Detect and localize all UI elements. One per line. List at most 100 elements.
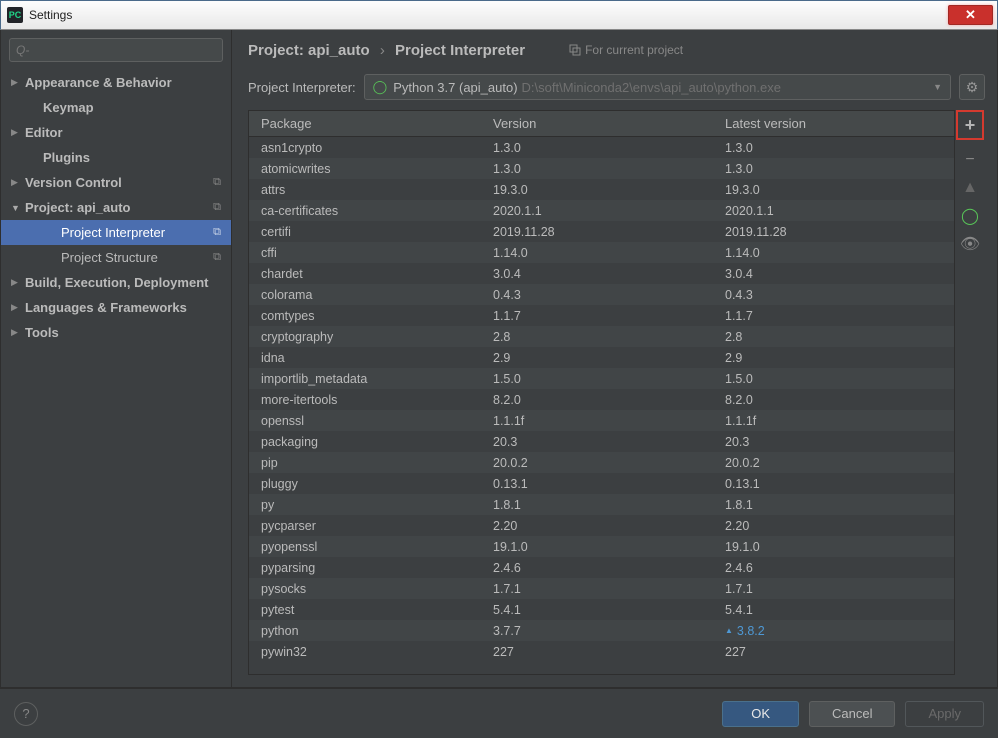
tree-item-languages-frameworks[interactable]: ▶Languages & Frameworks — [1, 295, 231, 320]
tree-item-plugins[interactable]: Plugins — [1, 145, 231, 170]
package-row[interactable]: pytest5.4.15.4.1 — [249, 599, 954, 620]
gear-icon: ⚙ — [966, 79, 979, 96]
package-name: pyparsing — [249, 561, 481, 575]
package-name: chardet — [249, 267, 481, 281]
packages-table-body[interactable]: asn1crypto1.3.01.3.0atomicwrites1.3.01.3… — [249, 137, 954, 674]
settings-search-input[interactable]: Q- — [9, 38, 223, 62]
remove-package-button[interactable]: − — [956, 146, 984, 174]
package-version: 0.13.1 — [481, 477, 713, 491]
tree-item-appearance-behavior[interactable]: ▶Appearance & Behavior — [1, 70, 231, 95]
package-row[interactable]: pyparsing2.4.62.4.6 — [249, 557, 954, 578]
package-row[interactable]: asn1crypto1.3.01.3.0 — [249, 137, 954, 158]
ok-button[interactable]: OK — [722, 701, 799, 727]
package-row[interactable]: colorama0.4.30.4.3 — [249, 284, 954, 305]
tree-item-tools[interactable]: ▶Tools — [1, 320, 231, 345]
tree-item-label: Tools — [25, 325, 59, 340]
package-row[interactable]: pysocks1.7.11.7.1 — [249, 578, 954, 599]
package-row[interactable]: more-itertools8.2.08.2.0 — [249, 389, 954, 410]
package-row[interactable]: py1.8.11.8.1 — [249, 494, 954, 515]
package-row[interactable]: cffi1.14.01.14.0 — [249, 242, 954, 263]
package-row[interactable]: pycparser2.202.20 — [249, 515, 954, 536]
package-latest: 1.8.1 — [713, 498, 954, 512]
search-placeholder: Q- — [16, 43, 29, 57]
add-package-button[interactable]: + — [956, 110, 984, 140]
package-latest: 2.9 — [713, 351, 954, 365]
show-early-releases-button[interactable]: 👁 — [956, 230, 984, 258]
package-row[interactable]: pluggy0.13.10.13.1 — [249, 473, 954, 494]
package-row[interactable]: pyopenssl19.1.019.1.0 — [249, 536, 954, 557]
package-name: pytest — [249, 603, 481, 617]
upgrade-package-button[interactable]: ▲ — [956, 174, 984, 202]
scope-icon: ⧉ — [213, 176, 221, 189]
settings-tree: ▶Appearance & BehaviorKeymap▶EditorPlugi… — [1, 68, 231, 687]
package-name: attrs — [249, 183, 481, 197]
package-latest: 3.0.4 — [713, 267, 954, 281]
package-row[interactable]: packaging20.320.3 — [249, 431, 954, 452]
tree-item-project-structure[interactable]: Project Structure⧉ — [1, 245, 231, 270]
package-row[interactable]: ca-certificates2020.1.12020.1.1 — [249, 200, 954, 221]
package-version: 2.9 — [481, 351, 713, 365]
package-row[interactable]: importlib_metadata1.5.01.5.0 — [249, 368, 954, 389]
tree-item-label: Project: api_auto — [25, 200, 130, 215]
package-version: 20.3 — [481, 435, 713, 449]
tree-item-project-interpreter[interactable]: Project Interpreter⧉ — [1, 220, 231, 245]
package-row[interactable]: attrs19.3.019.3.0 — [249, 179, 954, 200]
package-latest: 1.7.1 — [713, 582, 954, 596]
tree-item-build-execution-deployment[interactable]: ▶Build, Execution, Deployment — [1, 270, 231, 295]
package-name: py — [249, 498, 481, 512]
package-name: pysocks — [249, 582, 481, 596]
package-row[interactable]: pip20.0.220.0.2 — [249, 452, 954, 473]
package-name: ca-certificates — [249, 204, 481, 218]
package-row[interactable]: chardet3.0.43.0.4 — [249, 263, 954, 284]
package-row[interactable]: cryptography2.82.8 — [249, 326, 954, 347]
package-version: 19.3.0 — [481, 183, 713, 197]
tree-item-editor[interactable]: ▶Editor — [1, 120, 231, 145]
conda-button[interactable]: ◯ — [956, 202, 984, 230]
header-package[interactable]: Package — [249, 111, 481, 136]
interpreter-row: Project Interpreter: ◯ Python 3.7 (api_a… — [232, 62, 997, 110]
package-row[interactable]: comtypes1.1.71.1.7 — [249, 305, 954, 326]
package-row[interactable]: idna2.92.9 — [249, 347, 954, 368]
package-row[interactable]: openssl1.1.1f1.1.1f — [249, 410, 954, 431]
package-latest: 2.20 — [713, 519, 954, 533]
tree-arrow-icon: ▶ — [11, 277, 25, 288]
tree-item-project-api-auto[interactable]: ▼Project: api_auto⧉ — [1, 195, 231, 220]
cancel-button[interactable]: Cancel — [809, 701, 895, 727]
breadcrumb-row: Project: api_auto › Project Interpreter … — [232, 30, 997, 62]
package-version: 1.1.1f — [481, 414, 713, 428]
packages-table: Package Version Latest version asn1crypt… — [248, 110, 955, 675]
window-title: Settings — [29, 8, 948, 22]
tree-arrow-icon: ▶ — [11, 177, 25, 188]
tree-arrow-icon: ▶ — [11, 77, 25, 88]
package-row[interactable]: pywin32227227 — [249, 641, 954, 662]
help-button[interactable]: ? — [14, 702, 38, 726]
package-row[interactable]: atomicwrites1.3.01.3.0 — [249, 158, 954, 179]
package-name: colorama — [249, 288, 481, 302]
package-version: 19.1.0 — [481, 540, 713, 554]
package-latest: 227 — [713, 645, 954, 659]
package-row[interactable]: certifi2019.11.282019.11.28 — [249, 221, 954, 242]
package-version: 20.0.2 — [481, 456, 713, 470]
scope-hint: For current project — [569, 43, 683, 57]
header-latest[interactable]: Latest version — [713, 111, 954, 136]
package-version: 8.2.0 — [481, 393, 713, 407]
tree-item-label: Editor — [25, 125, 63, 140]
interpreter-label: Project Interpreter: — [248, 80, 356, 95]
tree-item-label: Build, Execution, Deployment — [25, 275, 208, 290]
tree-item-keymap[interactable]: Keymap — [1, 95, 231, 120]
package-version: 5.4.1 — [481, 603, 713, 617]
apply-button: Apply — [905, 701, 984, 727]
tree-item-version-control[interactable]: ▶Version Control⧉ — [1, 170, 231, 195]
package-version: 1.7.1 — [481, 582, 713, 596]
interpreter-name: Python 3.7 (api_auto) — [393, 80, 517, 95]
interpreter-settings-button[interactable]: ⚙ — [959, 74, 985, 100]
interpreter-dropdown[interactable]: ◯ Python 3.7 (api_auto) D:\soft\Minicond… — [364, 74, 951, 100]
package-version: 0.4.3 — [481, 288, 713, 302]
package-name: certifi — [249, 225, 481, 239]
header-version[interactable]: Version — [481, 111, 713, 136]
package-name: openssl — [249, 414, 481, 428]
close-button[interactable]: ✕ — [948, 5, 993, 25]
scope-icon: ⧉ — [213, 201, 221, 214]
package-latest: 0.4.3 — [713, 288, 954, 302]
package-row[interactable]: python3.7.7▲3.8.2 — [249, 620, 954, 641]
